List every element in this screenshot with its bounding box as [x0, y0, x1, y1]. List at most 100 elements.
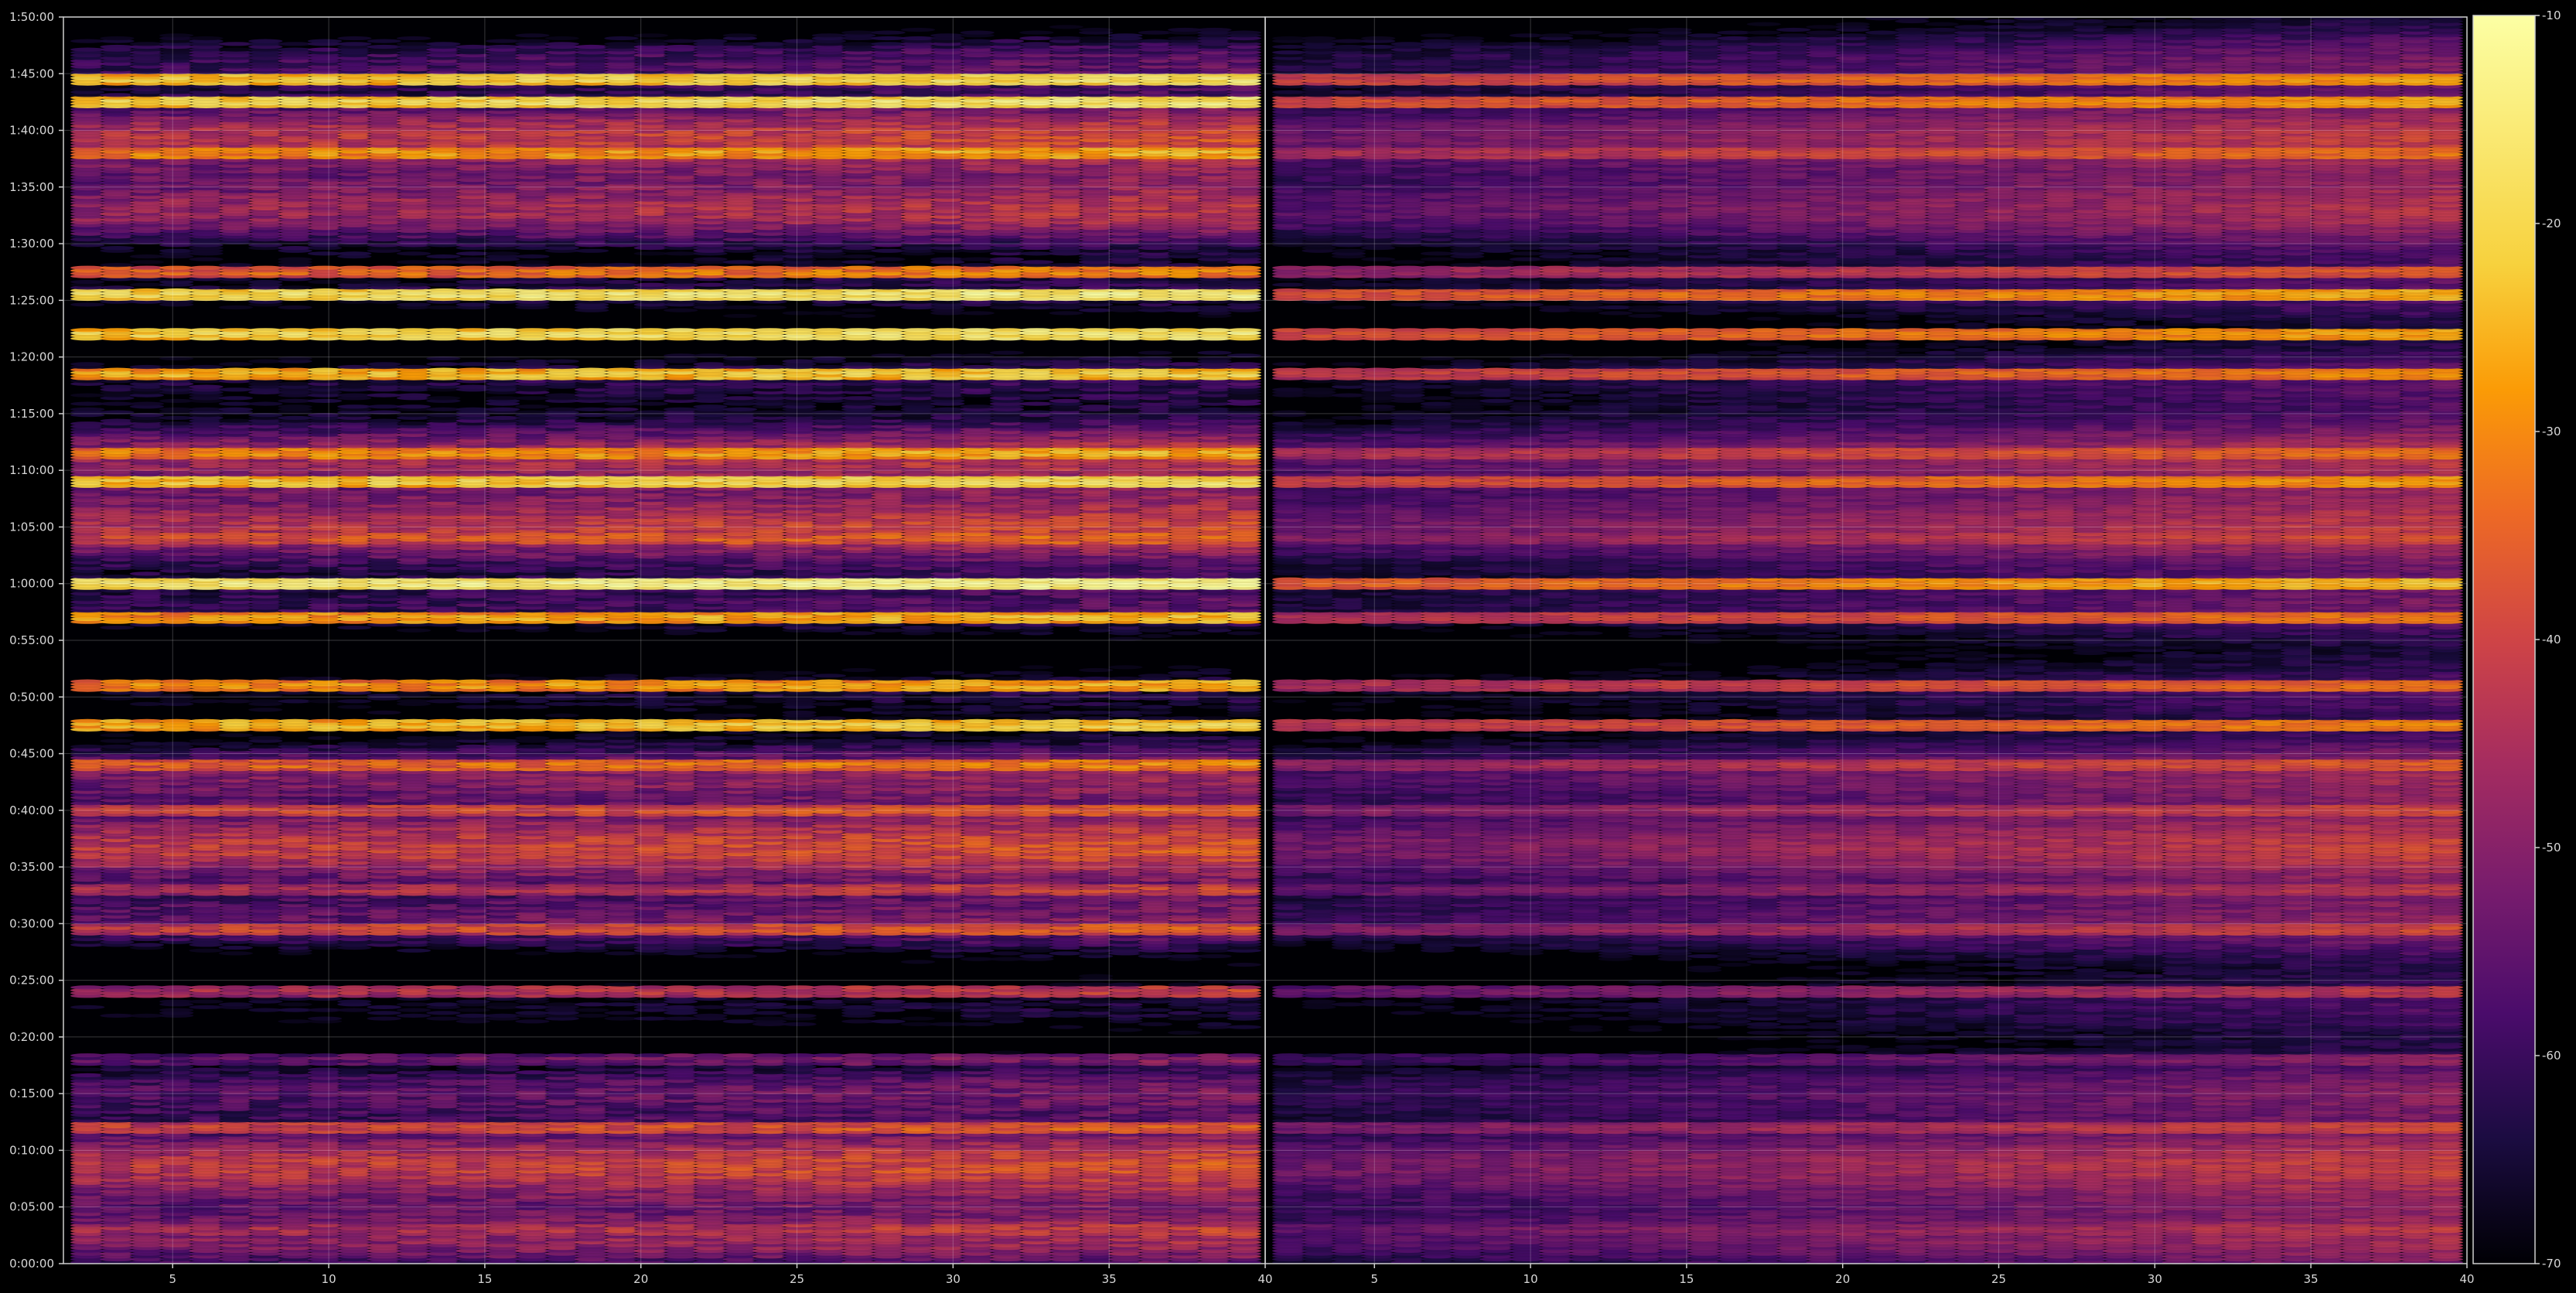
heatmap-cell [100, 1014, 134, 1018]
heatmap-cell [841, 985, 875, 989]
heatmap-cell [901, 985, 935, 989]
heatmap-cell [545, 985, 579, 989]
heatmap-cell [1079, 974, 1113, 978]
heatmap-cell [782, 1005, 816, 1009]
heatmap-cell [901, 1002, 935, 1006]
heatmap-cell [752, 1011, 786, 1015]
heatmap-cell [960, 957, 995, 961]
heatmap-cell [752, 985, 786, 989]
heatmap-cell [841, 1053, 875, 1057]
heatmap-cell [515, 1011, 549, 1015]
heatmap-cell [189, 949, 223, 953]
heatmap-cell [1227, 985, 1261, 989]
heatmap-cell [367, 1053, 401, 1057]
heatmap-cell [219, 1053, 253, 1057]
heatmap-cell [308, 1017, 342, 1021]
heatmap-cell [1049, 983, 1083, 987]
heatmap-cell [960, 1022, 995, 1026]
heatmap-cell [1019, 985, 1053, 989]
heatmap-cell [1079, 1008, 1113, 1012]
heatmap-cell [634, 1017, 668, 1021]
heatmap-cell [1019, 1008, 1053, 1012]
heatmap-chart: 0:00:000:05:000:10:000:15:000:20:000:25:… [0, 0, 2576, 1293]
heatmap-cell [901, 1022, 935, 1026]
heatmap-cell [871, 1000, 905, 1004]
heatmap-cell [130, 943, 164, 947]
heatmap-cell [545, 1002, 579, 1006]
heatmap-cell [990, 951, 1024, 955]
heatmap-cell [278, 1002, 312, 1006]
heatmap-cell [159, 1008, 193, 1012]
heatmap-cell [1138, 1053, 1172, 1057]
heatmap-cell [397, 1008, 431, 1012]
heatmap-cell [397, 985, 431, 989]
heatmap-cell [604, 1017, 638, 1021]
heatmap-cell [634, 1000, 668, 1004]
heatmap-cell [812, 985, 846, 989]
heatmap-cell [515, 1053, 549, 1057]
heatmap-cell [1138, 1014, 1172, 1018]
heatmap-cell [1049, 1025, 1083, 1029]
heatmap-cell [1227, 1025, 1261, 1029]
heatmap-cell [782, 1022, 816, 1026]
heatmap-cell [426, 1053, 460, 1057]
heatmap-cell [930, 1022, 964, 1026]
heatmap-cell [545, 1053, 579, 1057]
heatmap-cell [604, 1002, 638, 1006]
heatmap-cell [486, 1002, 520, 1006]
heatmap-cell [812, 951, 846, 955]
heatmap-cell [397, 949, 431, 953]
heatmap-cell [1168, 1053, 1202, 1057]
heatmap-cell [515, 1019, 549, 1023]
heatmap-cell [1019, 954, 1053, 958]
heatmap-cell [426, 1017, 460, 1021]
heatmap-cell [930, 985, 964, 989]
heatmap-cell [70, 1073, 104, 1077]
heatmap-cell [70, 1005, 104, 1009]
heatmap-cell [1197, 1022, 1231, 1026]
heatmap-cell [367, 1017, 401, 1021]
heatmap-cell [189, 1000, 223, 1004]
heatmap-cell [575, 1053, 609, 1057]
heatmap-cell [1168, 1011, 1202, 1015]
heatmap-cell [1197, 1014, 1231, 1018]
heatmap-cell [604, 951, 638, 955]
heatmap-cell [1227, 1053, 1261, 1057]
heatmap-cell [130, 985, 164, 989]
heatmap-cell [1138, 1022, 1172, 1026]
heatmap-cell [990, 957, 1024, 961]
heatmap-cell [1168, 983, 1202, 987]
heatmap-cell [871, 1067, 905, 1071]
heatmap-cell [159, 1053, 193, 1057]
heatmap-cell [1108, 1053, 1142, 1057]
heatmap-cell [189, 985, 223, 989]
heatmap-cell [693, 1053, 727, 1057]
heatmap-cell [278, 1008, 312, 1012]
heatmap-cell [990, 985, 1024, 989]
heatmap-cell [723, 985, 757, 989]
heatmap-cell [159, 1000, 193, 1004]
heatmap-cell [189, 1005, 223, 1009]
heatmap-cell [752, 1017, 786, 1021]
heatmap-cell [1197, 1053, 1231, 1057]
heatmap-cell [1079, 983, 1113, 987]
heatmap-cell [723, 954, 757, 958]
heatmap-cell [960, 1053, 995, 1057]
heatmap-cell [100, 1053, 134, 1057]
heatmap-cell [337, 985, 371, 989]
heatmap-cell [248, 1053, 282, 1057]
heatmap-cell [1108, 983, 1142, 987]
heatmap-cell [604, 1011, 638, 1015]
heatmap-cell [337, 1000, 371, 1004]
heatmap-cell [426, 1002, 460, 1006]
heatmap-cell [308, 985, 342, 989]
heatmap-cell [1197, 954, 1231, 958]
heatmap-cell [930, 1053, 964, 1057]
heatmap-cell [367, 1011, 401, 1015]
heatmap-cell [664, 1053, 698, 1057]
heatmap-cell [723, 1000, 757, 1004]
heatmap-cell [604, 1053, 638, 1057]
heatmap-cell [575, 1008, 609, 1012]
heatmap-cell [752, 1053, 786, 1057]
heatmap-cell [130, 1014, 164, 1018]
